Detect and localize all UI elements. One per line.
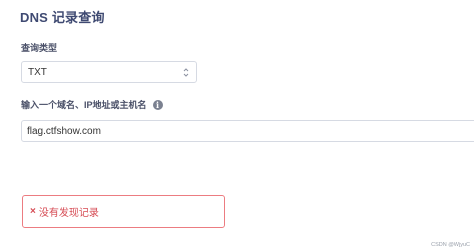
select-chevron-icon	[183, 66, 189, 78]
watermark: CSDN @WjyuC	[431, 242, 470, 248]
query-type-select[interactable]: TXT	[21, 61, 197, 83]
domain-input[interactable]	[21, 120, 474, 142]
info-icon[interactable]	[152, 99, 163, 110]
query-type-selected-value: TXT	[28, 66, 47, 78]
close-icon: ×	[30, 206, 36, 217]
dns-lookup-page: DNS 记录查询 查询类型 TXT 输入一个域名、IP地址或主机名 × 没有发现…	[0, 0, 474, 251]
domain-label-text: 输入一个域名、IP地址或主机名	[21, 100, 147, 110]
page-title: DNS 记录查询	[20, 10, 105, 25]
no-records-alert: × 没有发现记录	[22, 195, 225, 228]
domain-label: 输入一个域名、IP地址或主机名	[21, 98, 163, 111]
no-records-message: 没有发现记录	[38, 208, 99, 219]
query-type-label: 查询类型	[21, 43, 58, 53]
